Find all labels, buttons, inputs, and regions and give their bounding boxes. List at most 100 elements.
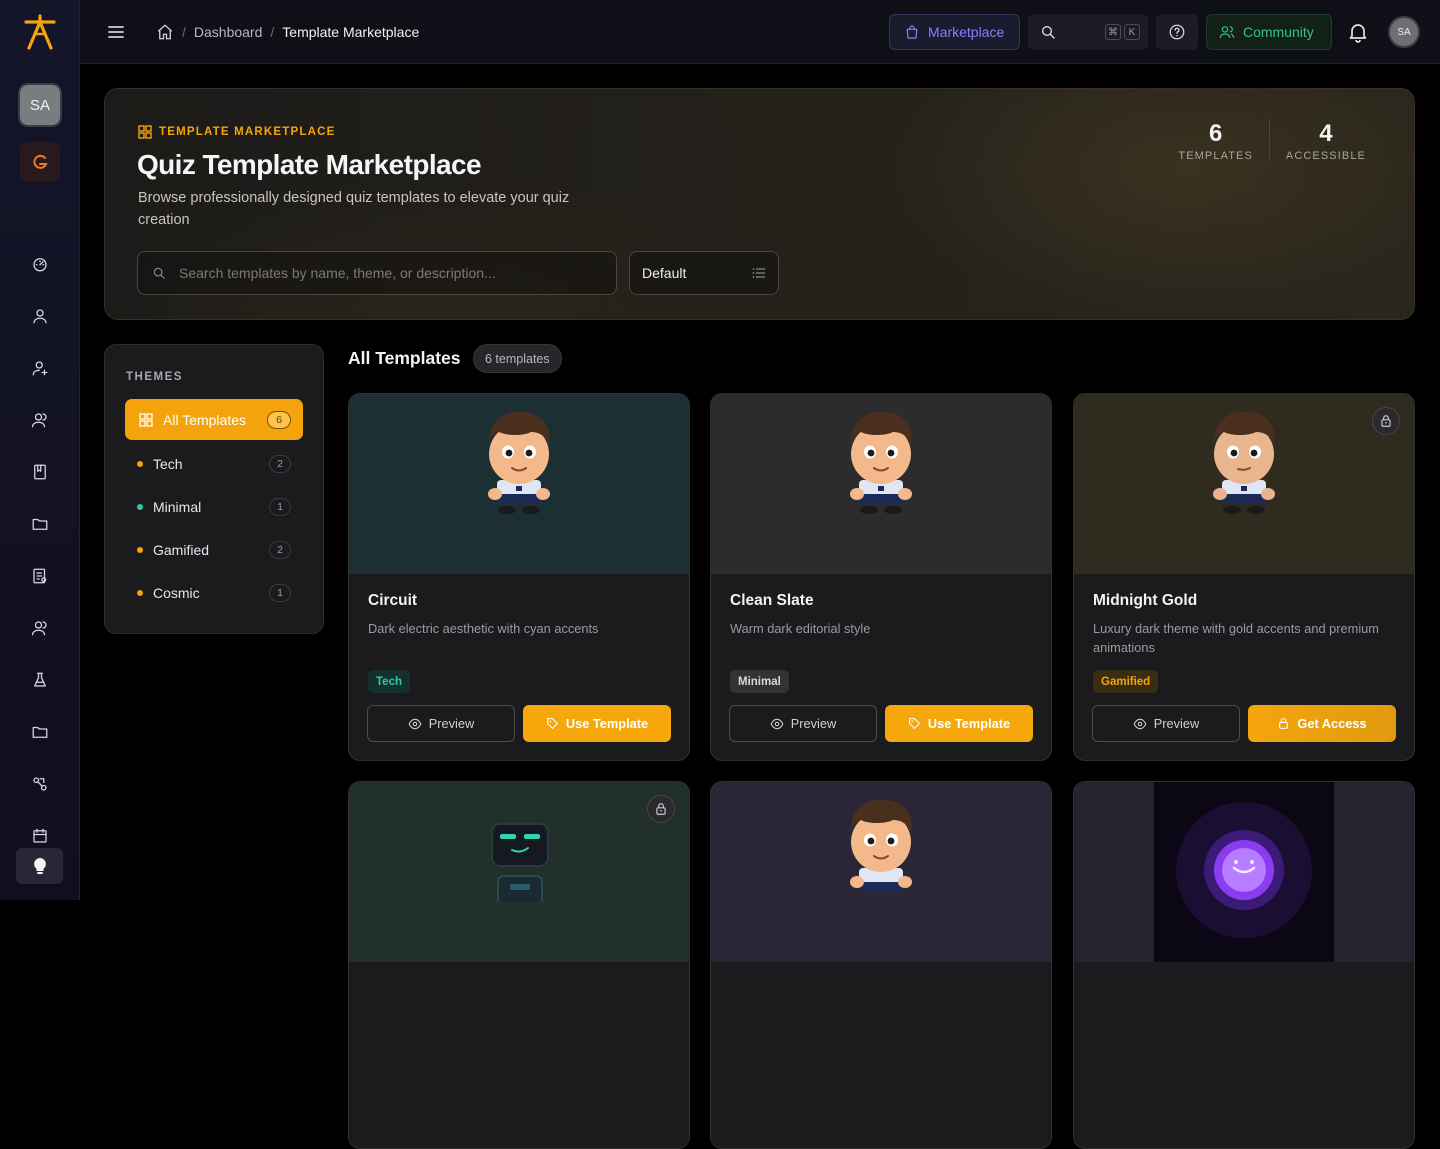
sidebar-avatar[interactable]: SA (20, 85, 60, 125)
card-title: Circuit (368, 592, 418, 609)
list-icon (752, 266, 766, 280)
preview-button[interactable]: Preview (367, 705, 515, 742)
theme-count: 1 (269, 584, 291, 602)
user-icon[interactable] (0, 290, 80, 342)
theme-label: Minimal (153, 499, 202, 515)
marketplace-button[interactable]: Marketplace (889, 14, 1020, 50)
page-title: Quiz Template Marketplace (137, 149, 482, 180)
template-preview-image (349, 782, 689, 962)
tag-icon (908, 717, 921, 730)
template-preview-image (711, 782, 1051, 962)
brand-icon[interactable] (20, 142, 60, 182)
theme-filter-gamified[interactable]: Gamified 2 (125, 535, 303, 565)
section-title: All Templates (348, 348, 461, 368)
themes-title: THEMES (126, 371, 183, 383)
home-icon[interactable] (156, 23, 174, 41)
theme-label: Gamified (153, 542, 210, 558)
grid-icon (138, 125, 152, 139)
user-avatar[interactable]: SA (1388, 16, 1420, 48)
robot-illustration (491, 823, 549, 902)
theme-count: 2 (269, 541, 291, 559)
folder-icon-2[interactable] (0, 706, 80, 758)
use-template-button[interactable]: Use Template (885, 705, 1033, 742)
book-icon[interactable] (0, 446, 80, 498)
character-illustration (850, 411, 912, 514)
shortcut-key-cmd: ⌘ (1105, 24, 1121, 40)
breadcrumb-dashboard-link[interactable]: Dashboard (194, 24, 263, 40)
flask-icon[interactable] (0, 654, 80, 706)
marketplace-label: Marketplace (928, 24, 1005, 40)
themes-panel: THEMES All Templates 6 Tech 2 Minimal 1 … (104, 344, 324, 634)
theme-dot (137, 461, 143, 467)
sidebar: SA (0, 0, 80, 900)
breadcrumb: / Dashboard / Template Marketplace (156, 23, 419, 41)
help-icon[interactable] (1156, 14, 1198, 50)
template-preview-image (1074, 394, 1414, 574)
user-group-icon[interactable] (0, 602, 80, 654)
template-preview-image (349, 394, 689, 574)
shortcut-key-k: K (1124, 24, 1140, 40)
theme-filter-cosmic[interactable]: Cosmic 1 (125, 578, 303, 608)
sidebar-nav (0, 238, 80, 862)
quiz-list-icon[interactable] (0, 550, 80, 602)
preview-label: Preview (1153, 716, 1200, 731)
community-button[interactable]: Community (1206, 14, 1332, 50)
app-logo[interactable] (22, 12, 58, 52)
grid-icon (139, 412, 153, 427)
marketplace-hero: TEMPLATE MARKETPLACE Quiz Template Marke… (104, 88, 1415, 320)
search-input[interactable] (179, 265, 599, 281)
dashboard-icon[interactable] (0, 238, 80, 290)
template-preview-image (711, 394, 1051, 574)
hero-stats: 6 TEMPLATES 4 ACCESSIBLE (1162, 119, 1382, 162)
sort-value: Default (642, 265, 687, 281)
share-icon[interactable] (0, 758, 80, 810)
breadcrumb-separator: / (270, 24, 275, 40)
folder-icon[interactable] (0, 498, 80, 550)
eye-icon (770, 717, 784, 731)
preview-button[interactable]: Preview (1092, 705, 1240, 742)
bell-icon[interactable] (1346, 20, 1370, 44)
use-template-button[interactable]: Use Template (523, 705, 671, 742)
theme-dot (137, 504, 143, 510)
user-plus-icon[interactable] (0, 342, 80, 394)
hero-tag: TEMPLATE MARKETPLACE (138, 125, 335, 139)
theme-count: 6 (267, 410, 291, 429)
character-illustration (1213, 411, 1275, 514)
users-icon[interactable] (0, 394, 80, 446)
users-community-icon (1219, 24, 1235, 40)
theme-dot (137, 590, 143, 596)
stat-label: TEMPLATES (1178, 150, 1253, 162)
theme-label: Tech (153, 456, 183, 472)
theme-label: Cosmic (153, 585, 200, 601)
breadcrumb-separator: / (182, 24, 186, 40)
card-description: Luxury dark theme with gold accents and … (1093, 621, 1379, 655)
template-card-midnight-gold: Midnight Gold Luxury dark theme with gol… (1073, 393, 1415, 761)
theme-count: 2 (269, 455, 291, 473)
global-search-button[interactable]: ⌘ K (1028, 14, 1148, 50)
shortcut-hint: ⌘ K (1102, 24, 1140, 40)
card-title: Midnight Gold (1093, 592, 1198, 609)
card-theme-tag: Tech (368, 670, 410, 693)
theme-filter-minimal[interactable]: Minimal 1 (125, 492, 303, 522)
get-access-label: Get Access (1297, 716, 1367, 731)
stat-label: ACCESSIBLE (1285, 150, 1366, 162)
eye-icon (1133, 717, 1147, 731)
menu-icon[interactable] (106, 22, 126, 42)
get-access-button[interactable]: Get Access (1248, 705, 1396, 742)
eye-icon (408, 717, 422, 731)
sort-select[interactable]: Default (629, 251, 779, 295)
lightbulb-icon[interactable] (16, 848, 63, 884)
preview-button[interactable]: Preview (729, 705, 877, 742)
page-description: Browse professionally designed quiz temp… (138, 190, 570, 228)
search-icon (1040, 24, 1056, 40)
cosmic-backdrop (1154, 782, 1334, 962)
template-card-circuit: Circuit Dark electric aesthetic with cya… (348, 393, 690, 761)
theme-filter-tech[interactable]: Tech 2 (125, 449, 303, 479)
card-description: Dark electric aesthetic with cyan accent… (368, 621, 599, 636)
breadcrumb-current: Template Marketplace (282, 24, 420, 40)
theme-filter-all[interactable]: All Templates 6 (125, 399, 303, 440)
community-label: Community (1243, 24, 1314, 40)
stat-accessible: 4 ACCESSIBLE (1268, 119, 1382, 162)
card-description: Warm dark editorial style (730, 621, 871, 636)
preview-label: Preview (428, 716, 475, 731)
